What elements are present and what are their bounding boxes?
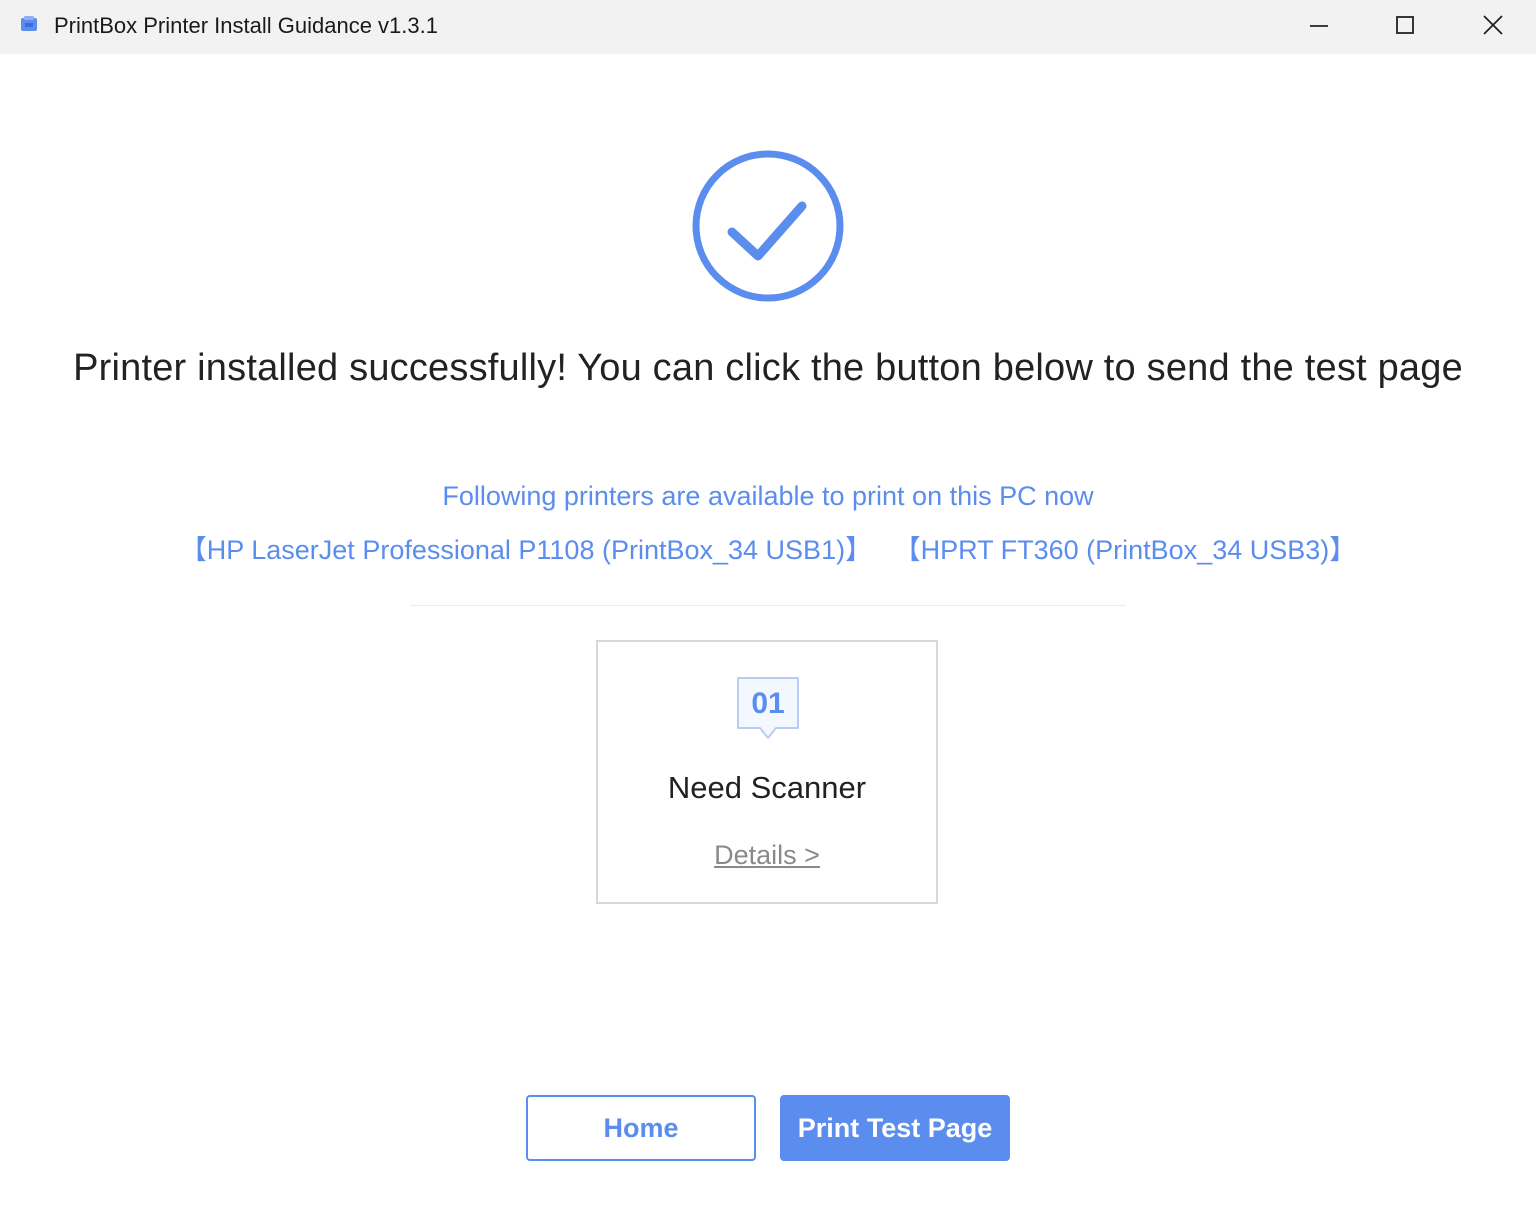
divider — [410, 605, 1126, 606]
printer-entry: 【HPRT FT360 (PrintBox_34 USB3)】 — [893, 535, 1357, 565]
close-icon — [1483, 15, 1503, 35]
window-title: PrintBox Printer Install Guidance v1.3.1 — [54, 13, 438, 38]
success-headline: Printer installed successfully! You can … — [73, 347, 1463, 389]
step-number: 01 — [751, 687, 785, 720]
app-window: PrintBox Printer Install Guidance v1.3.1… — [0, 0, 1536, 1205]
printer-entry: 【HP LaserJet Professional P1108 (PrintBo… — [179, 535, 873, 565]
printer-list: 【HP LaserJet Professional P1108 (PrintBo… — [0, 532, 1536, 568]
card-title: Need Scanner — [667, 770, 867, 805]
minimize-icon — [1310, 25, 1328, 27]
step-badge: 01 — [736, 676, 800, 742]
need-scanner-card[interactable]: 01 Need Scanner Details > — [596, 640, 938, 904]
home-button[interactable]: Home — [526, 1095, 756, 1161]
title-bar: PrintBox Printer Install Guidance v1.3.1 — [0, 0, 1536, 54]
close-button[interactable] — [1453, 0, 1533, 50]
details-link[interactable]: Details > — [598, 838, 936, 872]
maximize-button[interactable] — [1365, 0, 1445, 50]
available-printers-text: Following printers are available to prin… — [442, 481, 1094, 511]
checkmark-circle-icon — [692, 150, 844, 302]
print-test-page-button[interactable]: Print Test Page — [780, 1095, 1010, 1161]
minimize-button[interactable] — [1279, 0, 1359, 50]
maximize-icon — [1396, 16, 1414, 34]
printbox-app-icon — [21, 16, 37, 31]
